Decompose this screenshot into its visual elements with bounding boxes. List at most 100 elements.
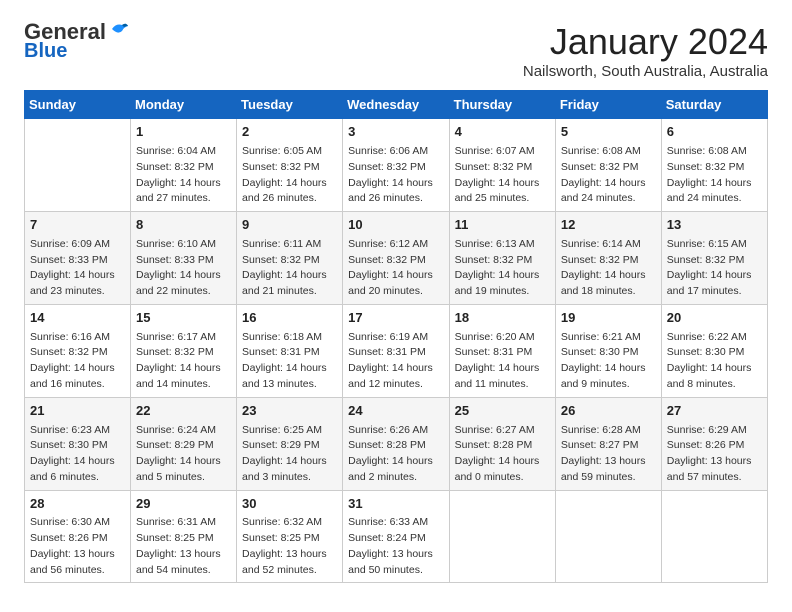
day-number: 18 — [455, 309, 550, 328]
day-info: Sunrise: 6:24 AM Sunset: 8:29 PM Dayligh… — [136, 423, 231, 486]
logo-blue: Blue — [24, 40, 67, 62]
day-number: 19 — [561, 309, 656, 328]
day-number: 2 — [242, 123, 337, 142]
day-info: Sunrise: 6:25 AM Sunset: 8:29 PM Dayligh… — [242, 423, 337, 486]
day-info: Sunrise: 6:22 AM Sunset: 8:30 PM Dayligh… — [667, 330, 762, 393]
col-header-saturday: Saturday — [661, 91, 767, 119]
calendar-week-row: 28Sunrise: 6:30 AM Sunset: 8:26 PM Dayli… — [25, 490, 768, 583]
day-number: 6 — [667, 123, 762, 142]
day-info: Sunrise: 6:14 AM Sunset: 8:32 PM Dayligh… — [561, 237, 656, 300]
calendar-cell: 19 Sunrise: 6:21 AM Sunset: 8:30 PM Dayli… — [555, 304, 661, 397]
calendar-cell: 18 Sunrise: 6:20 AM Sunset: 8:31 PM Dayli… — [449, 304, 555, 397]
calendar-header-row: SundayMondayTuesdayWednesdayThursdayFrid… — [25, 91, 768, 119]
calendar-cell: 28Sunrise: 6:30 AM Sunset: 8:26 PM Dayli… — [25, 490, 131, 583]
calendar-cell: 21 Sunrise: 6:23 AM Sunset: 8:30 PM Dayli… — [25, 397, 131, 490]
day-info: Sunrise: 6:21 AM Sunset: 8:30 PM Dayligh… — [561, 330, 656, 393]
day-info: Sunrise: 6:31 AM Sunset: 8:25 PM Dayligh… — [136, 515, 231, 578]
day-number: 20 — [667, 309, 762, 328]
calendar-cell: 23 Sunrise: 6:25 AM Sunset: 8:29 PM Dayli… — [237, 397, 343, 490]
day-info: Sunrise: 6:28 AM Sunset: 8:27 PM Dayligh… — [561, 423, 656, 486]
day-number: 1 — [136, 123, 231, 142]
day-number: 21 — [30, 402, 125, 421]
day-number: 29 — [136, 495, 231, 514]
day-info: Sunrise: 6:27 AM Sunset: 8:28 PM Dayligh… — [455, 423, 550, 486]
calendar-cell: 16 Sunrise: 6:18 AM Sunset: 8:31 PM Dayli… — [237, 304, 343, 397]
day-number: 3 — [348, 123, 443, 142]
calendar-cell: 5Sunrise: 6:08 AM Sunset: 8:32 PM Daylig… — [555, 119, 661, 212]
day-info: Sunrise: 6:16 AM Sunset: 8:32 PM Dayligh… — [30, 330, 125, 393]
day-number: 31 — [348, 495, 443, 514]
day-info: Sunrise: 6:18 AM Sunset: 8:31 PM Dayligh… — [242, 330, 337, 393]
day-number: 26 — [561, 402, 656, 421]
day-info: Sunrise: 6:11 AM Sunset: 8:32 PM Dayligh… — [242, 237, 337, 300]
calendar-week-row: 7 Sunrise: 6:09 AM Sunset: 8:33 PM Daylig… — [25, 212, 768, 305]
calendar-cell: 4 Sunrise: 6:07 AM Sunset: 8:32 PM Daylig… — [449, 119, 555, 212]
col-header-monday: Monday — [131, 91, 237, 119]
logo: General Blue — [24, 20, 130, 62]
calendar-cell: 14 Sunrise: 6:16 AM Sunset: 8:32 PM Dayli… — [25, 304, 131, 397]
calendar-cell: 22Sunrise: 6:24 AM Sunset: 8:29 PM Dayli… — [131, 397, 237, 490]
day-info: Sunrise: 6:17 AM Sunset: 8:32 PM Dayligh… — [136, 330, 231, 393]
day-number: 16 — [242, 309, 337, 328]
day-info: Sunrise: 6:20 AM Sunset: 8:31 PM Dayligh… — [455, 330, 550, 393]
col-header-wednesday: Wednesday — [343, 91, 449, 119]
calendar-cell: 29Sunrise: 6:31 AM Sunset: 8:25 PM Dayli… — [131, 490, 237, 583]
day-info: Sunrise: 6:06 AM Sunset: 8:32 PM Dayligh… — [348, 144, 443, 207]
calendar-cell: 3 Sunrise: 6:06 AM Sunset: 8:32 PM Daylig… — [343, 119, 449, 212]
day-info: Sunrise: 6:26 AM Sunset: 8:28 PM Dayligh… — [348, 423, 443, 486]
day-info: Sunrise: 6:33 AM Sunset: 8:24 PM Dayligh… — [348, 515, 443, 578]
day-number: 23 — [242, 402, 337, 421]
col-header-friday: Friday — [555, 91, 661, 119]
day-number: 7 — [30, 216, 125, 235]
calendar-cell: 26 Sunrise: 6:28 AM Sunset: 8:27 PM Dayli… — [555, 397, 661, 490]
calendar-title: January 2024 — [523, 20, 768, 63]
calendar-cell: 6 Sunrise: 6:08 AM Sunset: 8:32 PM Daylig… — [661, 119, 767, 212]
calendar-cell — [25, 119, 131, 212]
col-header-sunday: Sunday — [25, 91, 131, 119]
day-number: 12 — [561, 216, 656, 235]
day-number: 4 — [455, 123, 550, 142]
day-info: Sunrise: 6:30 AM Sunset: 8:26 PM Dayligh… — [30, 515, 125, 578]
calendar-cell: 31Sunrise: 6:33 AM Sunset: 8:24 PM Dayli… — [343, 490, 449, 583]
day-number: 9 — [242, 216, 337, 235]
calendar-week-row: 14 Sunrise: 6:16 AM Sunset: 8:32 PM Dayli… — [25, 304, 768, 397]
calendar-cell: 12 Sunrise: 6:14 AM Sunset: 8:32 PM Dayli… — [555, 212, 661, 305]
calendar-cell: 17 Sunrise: 6:19 AM Sunset: 8:31 PM Dayli… — [343, 304, 449, 397]
col-header-thursday: Thursday — [449, 91, 555, 119]
day-number: 24 — [348, 402, 443, 421]
day-info: Sunrise: 6:13 AM Sunset: 8:32 PM Dayligh… — [455, 237, 550, 300]
calendar-week-row: 1Sunrise: 6:04 AM Sunset: 8:32 PM Daylig… — [25, 119, 768, 212]
calendar-cell — [449, 490, 555, 583]
calendar-body: 1Sunrise: 6:04 AM Sunset: 8:32 PM Daylig… — [25, 119, 768, 583]
calendar-cell: 15Sunrise: 6:17 AM Sunset: 8:32 PM Dayli… — [131, 304, 237, 397]
calendar-cell: 27Sunrise: 6:29 AM Sunset: 8:26 PM Dayli… — [661, 397, 767, 490]
day-info: Sunrise: 6:12 AM Sunset: 8:32 PM Dayligh… — [348, 237, 443, 300]
calendar-cell: 30Sunrise: 6:32 AM Sunset: 8:25 PM Dayli… — [237, 490, 343, 583]
calendar-cell: 2Sunrise: 6:05 AM Sunset: 8:32 PM Daylig… — [237, 119, 343, 212]
day-number: 28 — [30, 495, 125, 514]
day-number: 14 — [30, 309, 125, 328]
calendar-cell: 8Sunrise: 6:10 AM Sunset: 8:33 PM Daylig… — [131, 212, 237, 305]
day-info: Sunrise: 6:15 AM Sunset: 8:32 PM Dayligh… — [667, 237, 762, 300]
day-info: Sunrise: 6:09 AM Sunset: 8:33 PM Dayligh… — [30, 237, 125, 300]
day-info: Sunrise: 6:19 AM Sunset: 8:31 PM Dayligh… — [348, 330, 443, 393]
calendar-cell — [555, 490, 661, 583]
calendar-cell: 9 Sunrise: 6:11 AM Sunset: 8:32 PM Daylig… — [237, 212, 343, 305]
calendar-cell: 10Sunrise: 6:12 AM Sunset: 8:32 PM Dayli… — [343, 212, 449, 305]
title-section: January 2024 Nailsworth, South Australia… — [523, 20, 768, 80]
calendar-cell: 11Sunrise: 6:13 AM Sunset: 8:32 PM Dayli… — [449, 212, 555, 305]
day-number: 17 — [348, 309, 443, 328]
day-info: Sunrise: 6:23 AM Sunset: 8:30 PM Dayligh… — [30, 423, 125, 486]
calendar-subtitle: Nailsworth, South Australia, Australia — [523, 63, 768, 80]
page-header: General Blue January 2024 Nailsworth, So… — [24, 20, 768, 80]
day-number: 25 — [455, 402, 550, 421]
day-info: Sunrise: 6:07 AM Sunset: 8:32 PM Dayligh… — [455, 144, 550, 207]
day-number: 27 — [667, 402, 762, 421]
calendar-cell: 20 Sunrise: 6:22 AM Sunset: 8:30 PM Dayli… — [661, 304, 767, 397]
calendar-table: SundayMondayTuesdayWednesdayThursdayFrid… — [24, 90, 768, 583]
day-info: Sunrise: 6:08 AM Sunset: 8:32 PM Dayligh… — [667, 144, 762, 207]
calendar-cell — [661, 490, 767, 583]
logo-bird-icon — [108, 21, 130, 39]
calendar-cell: 24 Sunrise: 6:26 AM Sunset: 8:28 PM Dayli… — [343, 397, 449, 490]
calendar-week-row: 21 Sunrise: 6:23 AM Sunset: 8:30 PM Dayli… — [25, 397, 768, 490]
